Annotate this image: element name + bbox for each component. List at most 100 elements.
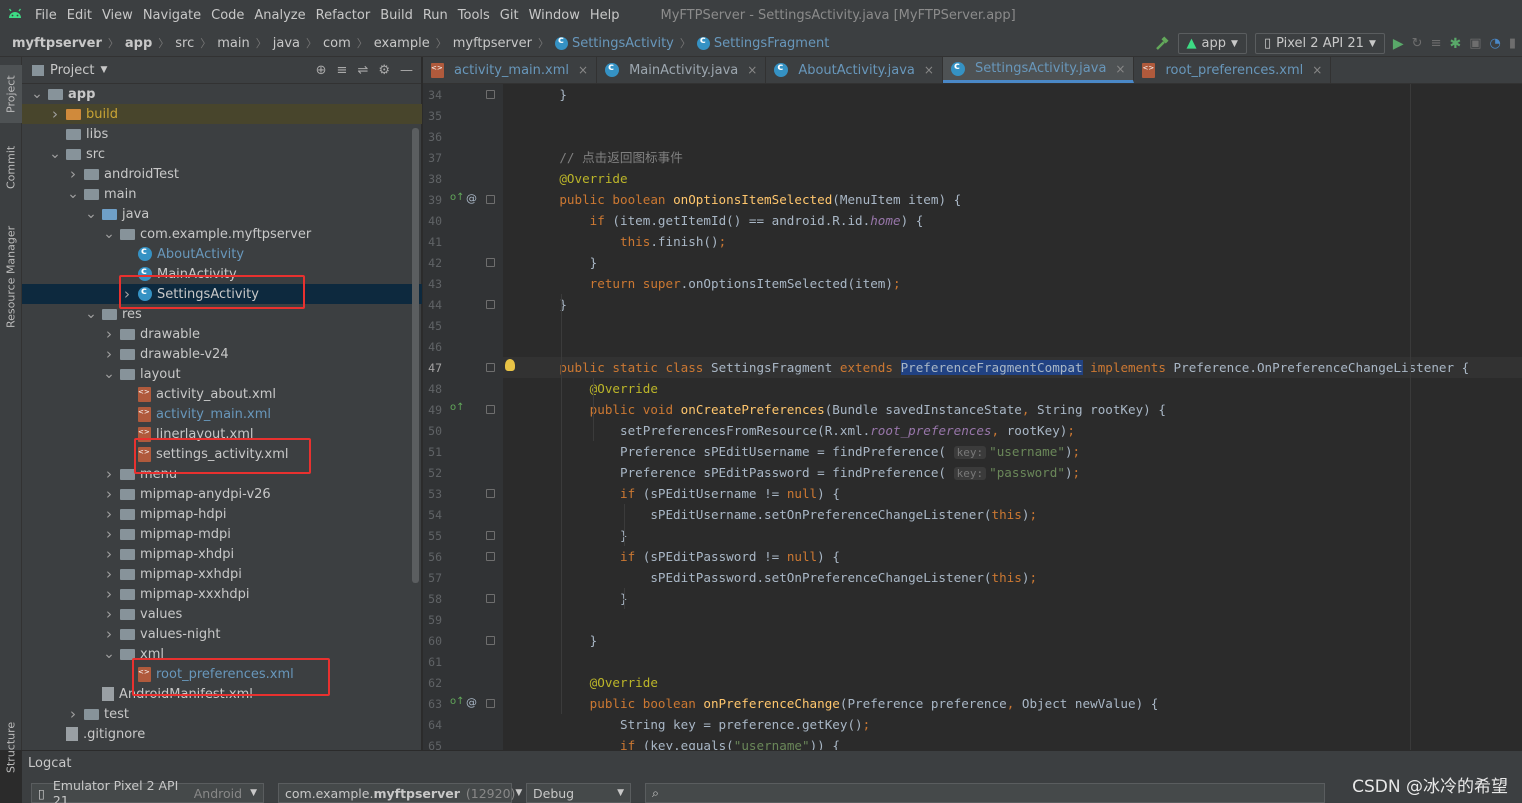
close-icon[interactable]: ×	[1115, 62, 1125, 76]
device-manager-icon[interactable]: ▮	[1509, 36, 1516, 51]
project-scrollbar[interactable]	[412, 128, 419, 583]
code-editor[interactable]: } // 点击返回图标事件 @Override public boolean o…	[503, 84, 1522, 750]
breadcrumb-item-settingsfragment[interactable]: SettingsFragment	[714, 36, 829, 51]
editor-tab[interactable]: MainActivity.java ×	[597, 57, 767, 83]
close-icon[interactable]: ×	[924, 63, 934, 77]
tree-item[interactable]: › test	[22, 704, 422, 724]
tree-item[interactable]: › mipmap-hdpi	[22, 504, 422, 524]
editor-tab[interactable]: root_preferences.xml ×	[1134, 57, 1332, 83]
tree-item[interactable]: › drawable-v24	[22, 344, 422, 364]
tree-item[interactable]: ⌄ app	[22, 84, 422, 104]
chevron-right-icon[interactable]: ›	[102, 505, 116, 523]
fold-marker-icon[interactable]	[486, 552, 495, 561]
tree-item[interactable]: AboutActivity	[22, 244, 422, 264]
override-method-icon[interactable]: o↑	[450, 696, 465, 707]
tree-item[interactable]: ⌄ java	[22, 204, 422, 224]
fold-marker-icon[interactable]	[486, 195, 495, 204]
chevron-right-icon[interactable]: ›	[102, 605, 116, 623]
tree-item[interactable]: .gitignore	[22, 724, 422, 744]
chevron-down-icon[interactable]: ⌄	[30, 87, 44, 101]
chevron-right-icon[interactable]: ›	[102, 325, 116, 343]
chevron-down-icon[interactable]: ⌄	[102, 367, 116, 381]
breadcrumb-item-java[interactable]: java	[273, 36, 300, 51]
chevron-right-icon[interactable]: ›	[102, 345, 116, 363]
breadcrumb-item-main[interactable]: main	[217, 36, 249, 51]
chevron-down-icon[interactable]: ▼	[100, 65, 107, 75]
apply-changes-icon[interactable]: ≡	[1431, 36, 1442, 51]
override-method-icon[interactable]: o↑	[450, 192, 465, 203]
menu-edit[interactable]: Edit	[67, 8, 92, 23]
tree-item[interactable]: › mipmap-mdpi	[22, 524, 422, 544]
rerun-icon[interactable]: ↻	[1412, 36, 1423, 51]
tree-item[interactable]: › mipmap-xhdpi	[22, 544, 422, 564]
close-icon[interactable]: ×	[1312, 63, 1322, 77]
menu-analyze[interactable]: Analyze	[254, 8, 305, 23]
tree-item[interactable]: › androidTest	[22, 164, 422, 184]
chevron-right-icon[interactable]: ›	[102, 465, 116, 483]
editor-tab[interactable]: activity_main.xml ×	[423, 57, 598, 83]
tree-item[interactable]: activity_about.xml	[22, 384, 422, 404]
menu-build[interactable]: Build	[380, 8, 413, 23]
menu-navigate[interactable]: Navigate	[143, 8, 201, 23]
breadcrumb-item-src[interactable]: src	[175, 36, 194, 51]
logcat-level-select[interactable]: Debug ▼	[526, 783, 631, 803]
chevron-right-icon[interactable]: ›	[102, 625, 116, 643]
chevron-down-icon[interactable]: ⌄	[102, 647, 116, 661]
profiler-icon[interactable]: ◔	[1490, 36, 1501, 51]
tree-item[interactable]: ⌄ src	[22, 144, 422, 164]
chevron-right-icon[interactable]: ›	[102, 545, 116, 563]
fold-marker-icon[interactable]	[486, 300, 495, 309]
tree-item[interactable]: activity_main.xml	[22, 404, 422, 424]
chevron-right-icon[interactable]: ›	[102, 525, 116, 543]
fold-marker-icon[interactable]	[486, 258, 495, 267]
tree-item[interactable]: › mipmap-xxxhdpi	[22, 584, 422, 604]
menu-view[interactable]: View	[102, 8, 133, 23]
tree-item[interactable]: ⌄ com.example.myftpserver	[22, 224, 422, 244]
menu-refactor[interactable]: Refactor	[316, 8, 371, 23]
tree-item[interactable]: libs	[22, 124, 422, 144]
collapse-all-icon[interactable]: ⇌	[357, 63, 368, 78]
fold-marker-icon[interactable]	[486, 489, 495, 498]
project-view-select[interactable]: Project	[50, 63, 94, 78]
breadcrumb-item-myftpserver-pkg[interactable]: myftpserver	[453, 36, 532, 51]
logcat-search-input[interactable]: ⌕	[645, 783, 1325, 803]
fold-marker-icon[interactable]	[486, 531, 495, 540]
chevron-right-icon[interactable]: ›	[102, 565, 116, 583]
breadcrumb-item-settingsactivity[interactable]: SettingsActivity	[572, 36, 674, 51]
fold-marker-icon[interactable]	[486, 405, 495, 414]
tree-item[interactable]: ⌄ layout	[22, 364, 422, 384]
breadcrumb-item-example[interactable]: example	[374, 36, 430, 51]
breadcrumb-item-app[interactable]: app	[125, 36, 152, 51]
breadcrumb-item-com[interactable]: com	[323, 36, 351, 51]
fold-marker-icon[interactable]	[486, 699, 495, 708]
fold-marker-icon[interactable]	[486, 90, 495, 99]
tool-tab-resource-manager[interactable]: Resource Manager	[0, 217, 22, 337]
annotation-icon[interactable]: @	[466, 192, 477, 205]
chevron-down-icon[interactable]: ⌄	[102, 227, 116, 241]
gear-icon[interactable]: ⚙	[378, 63, 390, 78]
tree-item[interactable]: ⌄ main	[22, 184, 422, 204]
logcat-device-select[interactable]: ▯ Emulator Pixel 2 API 21 Android ▼	[31, 778, 264, 803]
chevron-down-icon[interactable]: ⌄	[84, 307, 98, 321]
run-icon[interactable]: ▶	[1393, 36, 1404, 52]
debug-icon[interactable]: ✱	[1449, 36, 1461, 52]
menu-window[interactable]: Window	[529, 8, 580, 23]
chevron-right-icon[interactable]: ›	[48, 105, 62, 123]
breadcrumb-item-myftpserver[interactable]: myftpserver	[12, 36, 102, 51]
chevron-down-icon[interactable]: ⌄	[84, 207, 98, 221]
menu-file[interactable]: File	[35, 8, 57, 23]
chevron-right-icon[interactable]: ›	[66, 705, 80, 723]
fold-marker-icon[interactable]	[486, 594, 495, 603]
attach-debugger-icon[interactable]: ▣	[1469, 36, 1481, 51]
editor-tab[interactable]: SettingsActivity.java ×	[942, 57, 1135, 83]
close-icon[interactable]: ×	[747, 63, 757, 77]
tree-item[interactable]: › drawable	[22, 324, 422, 344]
fold-marker-icon[interactable]	[486, 636, 495, 645]
tree-item[interactable]: › mipmap-anydpi-v26	[22, 484, 422, 504]
lightbulb-icon[interactable]	[505, 359, 515, 371]
device-select[interactable]: ▯ Pixel 2 API 21 ▼	[1254, 33, 1385, 54]
tool-tab-project[interactable]: Project	[0, 65, 22, 123]
logcat-title[interactable]: Logcat	[28, 756, 71, 771]
menu-git[interactable]: Git	[500, 8, 519, 23]
menu-tools[interactable]: Tools	[458, 8, 490, 23]
